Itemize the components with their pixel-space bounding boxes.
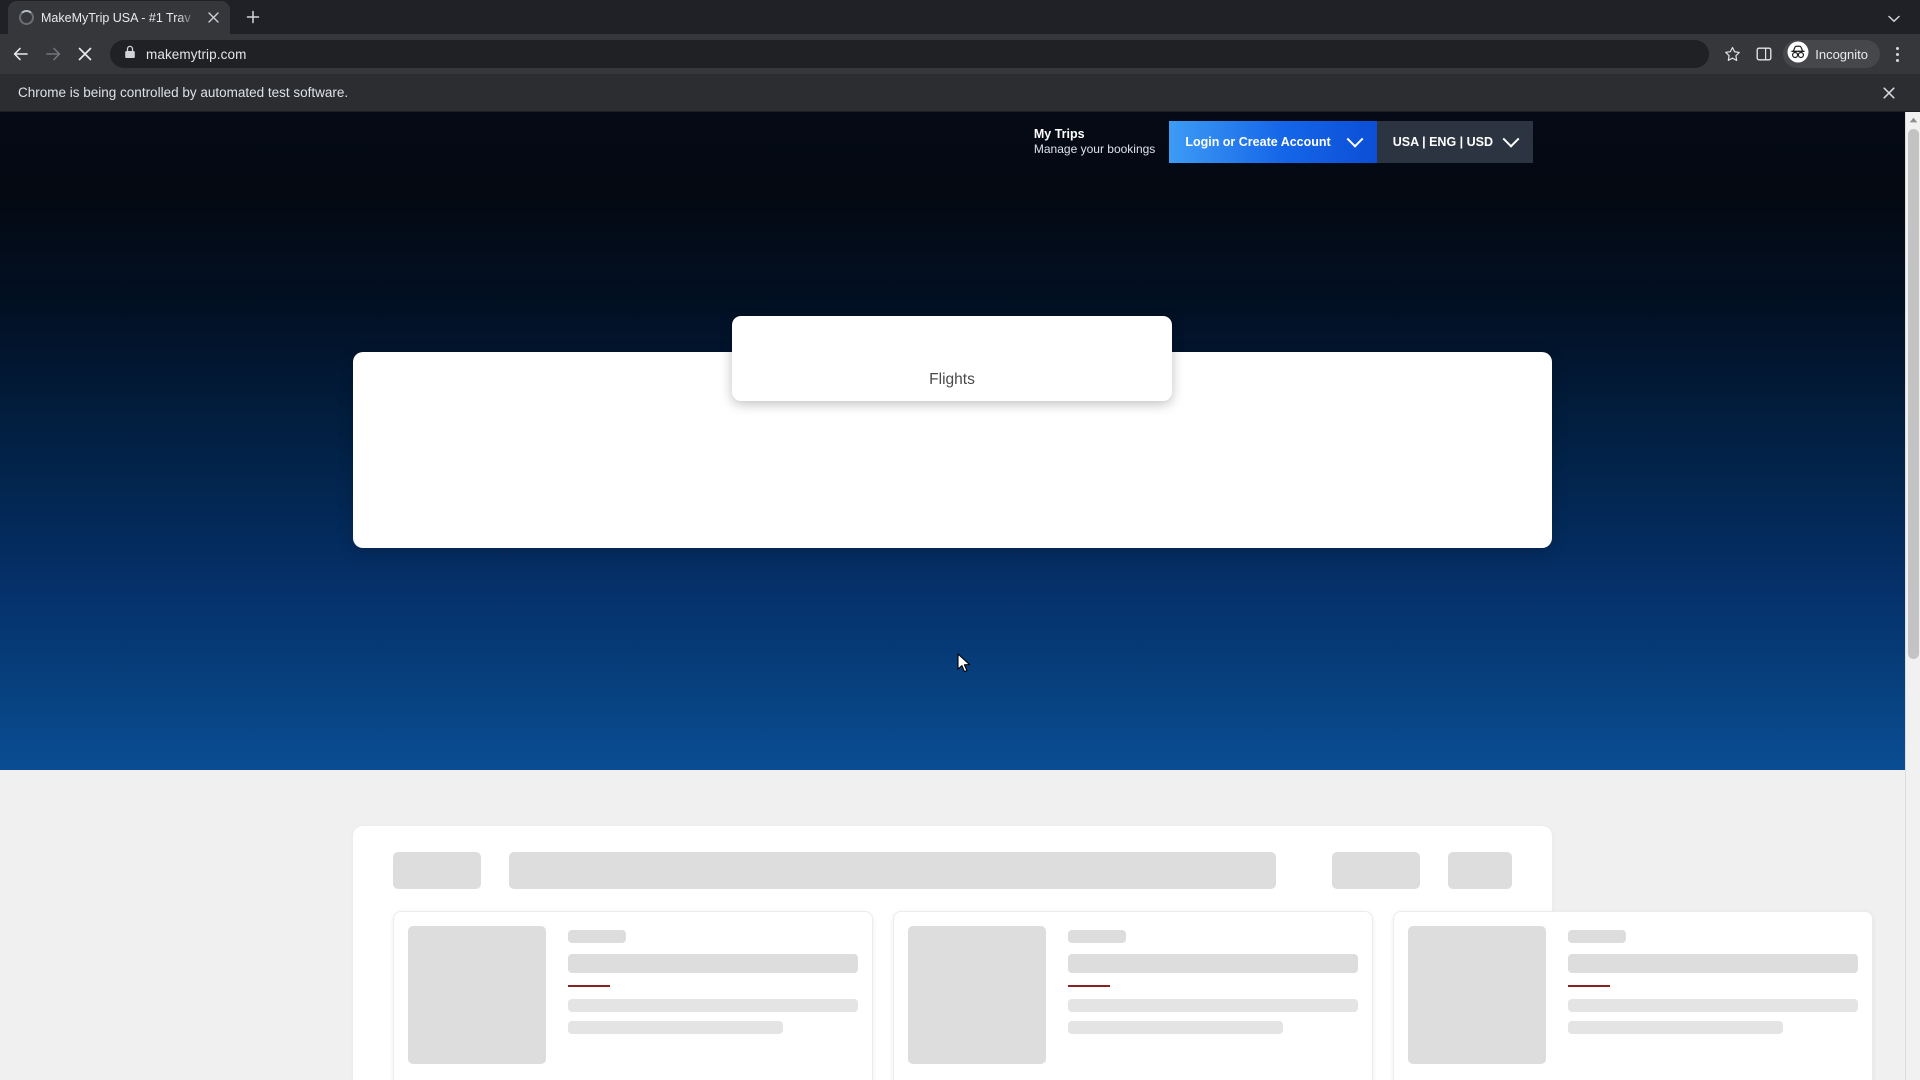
tabstrip-right-controls xyxy=(1880,10,1920,34)
forward-arrow-icon xyxy=(38,39,68,69)
browser-chrome: MakeMyTrip USA - #1 Trav makemytrip.com … xyxy=(0,0,1920,112)
scroll-up-arrow-icon[interactable] xyxy=(1906,112,1920,128)
login-or-create-account-button[interactable]: Login or Create Account xyxy=(1169,121,1377,163)
automation-banner-message: Chrome is being controlled by automated … xyxy=(18,85,349,100)
skeleton-block xyxy=(393,852,481,889)
skeleton-block xyxy=(509,852,1276,889)
url-text: makemytrip.com xyxy=(146,46,247,62)
skeleton-block xyxy=(568,1021,783,1034)
site-header: My Trips Manage your bookings Login or C… xyxy=(1034,112,1905,172)
skeleton-block xyxy=(1448,852,1512,889)
skeleton-block xyxy=(1568,1021,1783,1034)
skeleton-block xyxy=(1332,852,1420,889)
skeleton-block xyxy=(1068,999,1358,1012)
back-arrow-icon[interactable] xyxy=(6,39,36,69)
my-trips-title: My Trips xyxy=(1033,126,1085,141)
skeleton-block xyxy=(568,930,626,943)
list-item[interactable] xyxy=(1393,911,1873,1080)
skeleton-block xyxy=(1568,930,1626,943)
skeleton-block xyxy=(1068,1021,1283,1034)
tab-title: MakeMyTrip USA - #1 Trav xyxy=(41,10,191,25)
tab-flights[interactable]: Flights xyxy=(732,316,1172,401)
browser-tab[interactable]: MakeMyTrip USA - #1 Trav xyxy=(8,1,230,34)
skeleton-accent-rule xyxy=(568,985,610,987)
skeleton-block xyxy=(1068,930,1126,943)
chevron-down-icon xyxy=(1346,130,1364,148)
skeleton-block xyxy=(568,999,858,1012)
login-button-label: Login or Create Account xyxy=(1185,135,1331,149)
skeleton-thumbnail xyxy=(408,926,546,1064)
close-icon[interactable] xyxy=(204,9,222,27)
side-panel-icon[interactable] xyxy=(1749,39,1779,69)
skeleton-block xyxy=(1068,954,1358,973)
scrollbar-thumb[interactable] xyxy=(1908,129,1919,659)
star-icon[interactable] xyxy=(1717,39,1747,69)
tab-strip: MakeMyTrip USA - #1 Trav xyxy=(0,0,1920,34)
hero-banner: My Trips Manage your bookings Login or C… xyxy=(0,112,1905,770)
skeleton-card-row xyxy=(393,911,1873,1080)
lock-icon xyxy=(124,45,136,64)
tab-flights-label: Flights xyxy=(929,371,975,388)
skeleton-thumbnail xyxy=(1408,926,1546,1064)
spinner-icon xyxy=(19,10,34,25)
three-dots-menu-icon[interactable] xyxy=(1884,39,1910,69)
skeleton-block xyxy=(1568,999,1858,1012)
profile-label: Incognito xyxy=(1815,46,1868,62)
stop-loading-icon[interactable] xyxy=(70,39,100,69)
close-icon[interactable] xyxy=(1876,80,1902,106)
incognito-icon xyxy=(1787,41,1809,68)
skeleton-block xyxy=(568,954,858,973)
browser-toolbar: makemytrip.com Incognito xyxy=(0,34,1920,74)
skeleton-accent-rule xyxy=(1568,985,1610,987)
profile-chip[interactable]: Incognito xyxy=(1783,40,1880,68)
skeleton-accent-rule xyxy=(1068,985,1110,987)
list-item[interactable] xyxy=(393,911,873,1080)
my-trips-menu[interactable]: My Trips Manage your bookings xyxy=(1034,127,1169,158)
chevron-down-icon xyxy=(1502,130,1520,148)
page-scrollbar[interactable] xyxy=(1905,112,1920,1080)
skeleton-thumbnail xyxy=(908,926,1046,1064)
page-viewport: My Trips Manage your bookings Login or C… xyxy=(0,112,1920,1080)
locale-label: USA | ENG | USD xyxy=(1392,135,1493,149)
content-skeleton-section xyxy=(353,826,1873,1080)
locale-selector[interactable]: USA | ENG | USD xyxy=(1376,121,1533,163)
skeleton-header xyxy=(393,852,1512,889)
address-bar[interactable]: makemytrip.com xyxy=(110,40,1710,68)
my-trips-subtitle: Manage your bookings xyxy=(1033,142,1156,157)
chevron-down-icon[interactable] xyxy=(1880,10,1908,30)
new-tab-button[interactable] xyxy=(238,2,268,32)
list-item[interactable] xyxy=(893,911,1373,1080)
skeleton-block xyxy=(1568,954,1858,973)
automation-banner: Chrome is being controlled by automated … xyxy=(0,74,1920,112)
